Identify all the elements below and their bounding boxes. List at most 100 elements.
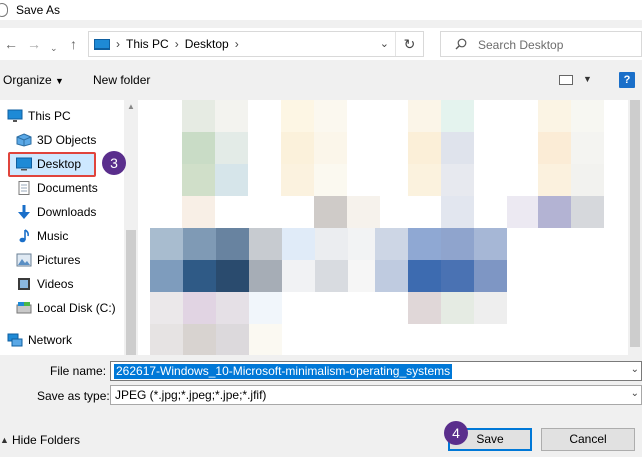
- file-thumbnail[interactable]: [249, 228, 282, 260]
- file-thumbnail[interactable]: [408, 260, 441, 292]
- search-input[interactable]: Search Desktop: [440, 31, 642, 57]
- view-options-icon[interactable]: [559, 75, 573, 85]
- file-thumbnail[interactable]: [183, 260, 216, 292]
- chevron-down-icon[interactable]: ⌄: [631, 364, 639, 375]
- file-name-field[interactable]: 262617-Windows_10-Microsoft-minimalism-o…: [110, 361, 642, 381]
- file-thumbnail[interactable]: [182, 196, 215, 228]
- file-thumbnail[interactable]: [281, 164, 314, 196]
- file-thumbnail[interactable]: [538, 100, 571, 132]
- file-thumbnail[interactable]: [183, 228, 216, 260]
- file-thumbnail[interactable]: [474, 292, 507, 324]
- file-thumbnail[interactable]: [571, 100, 604, 132]
- arrow-up-icon[interactable]: ↑: [70, 35, 77, 53]
- file-thumbnail[interactable]: [249, 260, 282, 292]
- file-thumbnail[interactable]: [571, 164, 604, 196]
- file-thumbnail[interactable]: [249, 324, 282, 355]
- file-thumbnail[interactable]: [215, 164, 248, 196]
- file-thumbnail[interactable]: [347, 196, 380, 228]
- sidebar-item-videos[interactable]: Videos: [16, 273, 73, 295]
- arrow-left-icon[interactable]: ←: [4, 35, 18, 53]
- view-dropdown-icon[interactable]: ▼: [583, 74, 592, 84]
- arrow-right-icon[interactable]: →: [27, 35, 41, 53]
- file-thumbnail[interactable]: [150, 260, 183, 292]
- scroll-up-icon[interactable]: ▲: [127, 102, 135, 111]
- file-thumbnail[interactable]: [375, 260, 408, 292]
- file-thumbnail[interactable]: [571, 132, 604, 164]
- file-thumbnail[interactable]: [183, 292, 216, 324]
- file-thumbnail[interactable]: [249, 292, 282, 324]
- scrollbar-thumb[interactable]: [126, 230, 136, 355]
- sidebar-item-downloads[interactable]: Downloads: [16, 201, 96, 223]
- sidebar-item-3d-objects[interactable]: 3D Objects: [16, 129, 96, 151]
- file-thumbnail[interactable]: [216, 324, 249, 355]
- sidebar-item-documents[interactable]: Documents: [16, 177, 98, 199]
- refresh-icon[interactable]: ↻: [395, 32, 423, 56]
- file-thumbnail[interactable]: [408, 292, 441, 324]
- file-thumbnail[interactable]: [281, 100, 314, 132]
- address-bar[interactable]: › This PC › Desktop › ⌄ ↻: [88, 31, 424, 57]
- file-thumbnail[interactable]: [441, 164, 474, 196]
- file-thumbnail[interactable]: [183, 324, 216, 355]
- file-thumbnail[interactable]: [150, 228, 183, 260]
- file-thumbnail[interactable]: [441, 228, 474, 260]
- chevron-down-icon[interactable]: ⌄: [631, 388, 639, 399]
- file-name-value[interactable]: 262617-Windows_10-Microsoft-minimalism-o…: [114, 364, 453, 379]
- file-thumbnail[interactable]: [281, 132, 314, 164]
- file-thumbnail[interactable]: [150, 292, 183, 324]
- file-thumbnail[interactable]: [215, 132, 248, 164]
- chevron-right-icon[interactable]: ›: [175, 37, 179, 51]
- sidebar-scrollbar[interactable]: ▲: [124, 100, 138, 355]
- file-thumbnail[interactable]: [474, 228, 507, 260]
- file-thumbnail[interactable]: [314, 100, 347, 132]
- help-icon[interactable]: ?: [619, 72, 635, 88]
- file-thumbnail[interactable]: [182, 132, 215, 164]
- cancel-button[interactable]: Cancel: [541, 428, 635, 451]
- file-thumbnail[interactable]: [282, 260, 315, 292]
- file-thumbnail[interactable]: [150, 324, 183, 355]
- sidebar-item-this-pc[interactable]: This PC: [7, 105, 71, 127]
- sidebar-item-music[interactable]: Music: [16, 225, 68, 247]
- file-list-scrollbar[interactable]: [628, 100, 642, 355]
- chevron-right-icon[interactable]: ›: [235, 37, 239, 51]
- file-thumbnail[interactable]: [538, 196, 571, 228]
- file-thumbnail[interactable]: [474, 260, 507, 292]
- file-thumbnail[interactable]: [315, 228, 348, 260]
- file-thumbnail[interactable]: [182, 100, 215, 132]
- sidebar-item-local-disk[interactable]: Local Disk (C:): [16, 297, 116, 319]
- file-thumbnail[interactable]: [315, 260, 348, 292]
- breadcrumb-this-pc[interactable]: This PC: [126, 37, 169, 51]
- file-thumbnail[interactable]: [216, 292, 249, 324]
- file-thumbnail[interactable]: [441, 260, 474, 292]
- sidebar-item-network[interactable]: Network: [7, 329, 72, 351]
- file-thumbnail[interactable]: [408, 164, 441, 196]
- file-thumbnail[interactable]: [408, 132, 441, 164]
- file-thumbnail[interactable]: [216, 228, 249, 260]
- file-thumbnail[interactable]: [538, 132, 571, 164]
- file-thumbnail[interactable]: [314, 164, 347, 196]
- file-thumbnail[interactable]: [314, 132, 347, 164]
- scrollbar-thumb[interactable]: [630, 100, 640, 347]
- file-thumbnail[interactable]: [507, 196, 538, 228]
- new-folder-button[interactable]: New folder: [93, 73, 150, 87]
- organize-button[interactable]: Organize ▼: [3, 73, 64, 87]
- sidebar-item-pictures[interactable]: Pictures: [16, 249, 80, 271]
- file-thumbnail[interactable]: [375, 228, 408, 260]
- file-thumbnail[interactable]: [441, 196, 474, 228]
- file-thumbnail[interactable]: [215, 100, 248, 132]
- file-thumbnail[interactable]: [441, 100, 474, 132]
- file-thumbnail[interactable]: [408, 100, 441, 132]
- address-dropdown-icon[interactable]: ⌄: [380, 37, 389, 50]
- hide-folders-toggle[interactable]: ▲ Hide Folders: [0, 433, 80, 447]
- chevron-down-icon[interactable]: ⌄: [50, 39, 58, 57]
- save-as-type-select[interactable]: JPEG (*.jpg;*.jpeg;*.jpe;*.jfif) ⌄: [110, 385, 642, 405]
- chevron-right-icon[interactable]: ›: [116, 37, 120, 51]
- file-thumbnail[interactable]: [571, 196, 604, 228]
- file-thumbnail[interactable]: [182, 164, 215, 196]
- file-thumbnail[interactable]: [408, 228, 441, 260]
- file-thumbnail[interactable]: [441, 292, 474, 324]
- file-thumbnail[interactable]: [441, 132, 474, 164]
- breadcrumb-desktop[interactable]: Desktop: [185, 37, 229, 51]
- file-thumbnail[interactable]: [538, 164, 571, 196]
- file-thumbnail[interactable]: [216, 260, 249, 292]
- file-thumbnail[interactable]: [282, 228, 315, 260]
